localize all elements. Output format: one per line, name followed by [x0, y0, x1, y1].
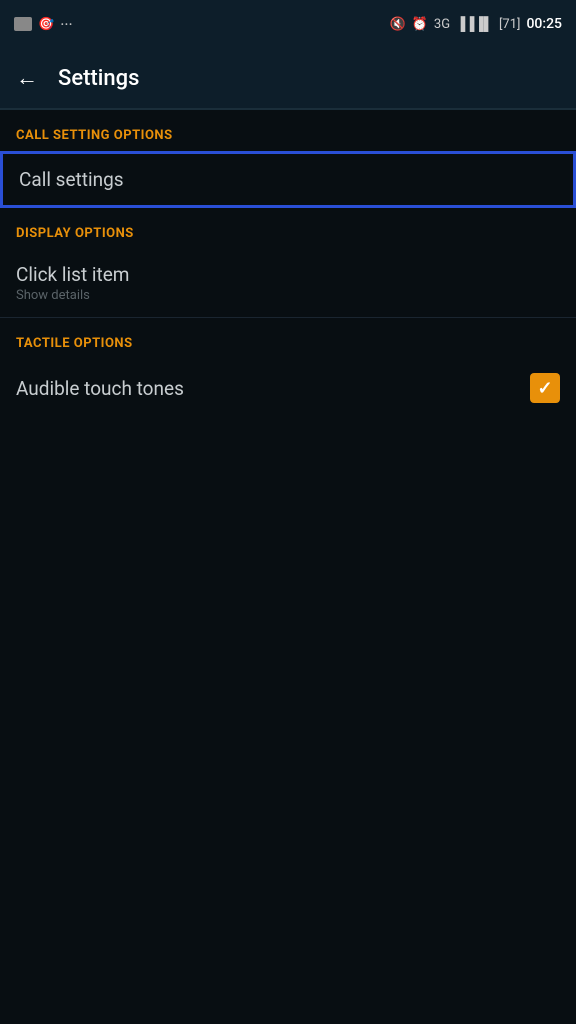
call-setting-options-header: CALL SETTING OPTIONS — [0, 110, 576, 151]
status-bar-left: 🎯 ··· — [14, 15, 73, 34]
app-bar: ← Settings — [0, 48, 576, 108]
display-options-header: DISPLAY OPTIONS — [0, 208, 576, 249]
audible-touch-tones-item[interactable]: Audible touch tones ✓ — [0, 359, 576, 417]
click-list-item-title: Click list item — [16, 263, 129, 286]
signal-bars-icon: ▐▐▐▌ — [456, 16, 493, 32]
call-settings-item[interactable]: Call settings — [0, 151, 576, 208]
time-display: 00:25 — [526, 16, 562, 32]
status-bar: 🎯 ··· 🔇 ⏰ 3G ▐▐▐▌ [71] 00:25 — [0, 0, 576, 48]
alarm-icon: ⏰ — [412, 17, 428, 32]
page-title: Settings — [58, 66, 139, 91]
audible-touch-tones-checkbox[interactable]: ✓ — [530, 373, 560, 403]
battery-level: 71 — [502, 17, 517, 32]
tactile-options-header: TACTILE OPTIONS — [0, 318, 576, 359]
signal-text: 3G — [434, 17, 450, 32]
mute-icon: 🔇 — [390, 17, 406, 32]
click-list-item-subtitle: Show details — [16, 288, 129, 303]
call-settings-title: Call settings — [19, 168, 557, 191]
click-list-item-text: Click list item Show details — [16, 263, 129, 303]
checkmark-icon: ✓ — [537, 378, 552, 399]
battery-icon: [71] — [499, 17, 521, 32]
image-icon — [14, 17, 32, 31]
click-list-item[interactable]: Click list item Show details — [0, 249, 576, 317]
settings-content: CALL SETTING OPTIONS Call settings DISPL… — [0, 110, 576, 417]
back-button[interactable]: ← — [16, 65, 38, 91]
more-icon: ··· — [60, 15, 73, 34]
target-icon: 🎯 — [38, 17, 54, 32]
audible-touch-tones-title: Audible touch tones — [16, 377, 184, 400]
status-bar-right: 🔇 ⏰ 3G ▐▐▐▌ [71] 00:25 — [390, 16, 562, 32]
